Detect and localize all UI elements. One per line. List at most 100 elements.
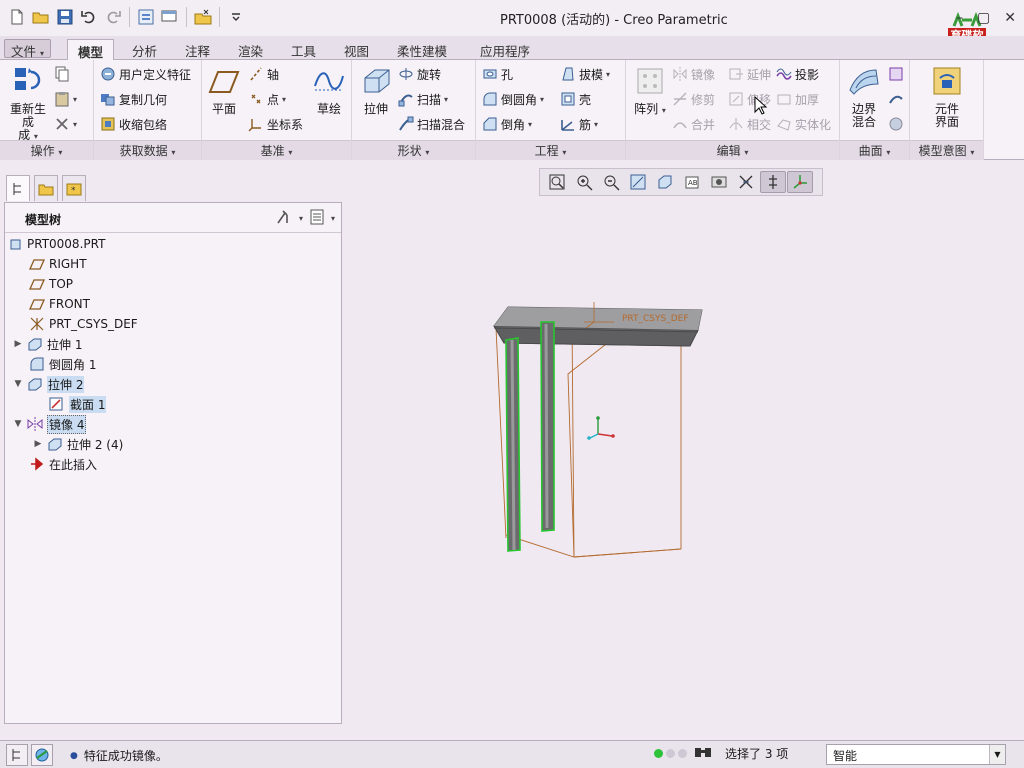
tree-node-extrude-2[interactable]: ▼ 拉伸 2 <box>13 375 85 393</box>
tab-analysis[interactable]: 分析 <box>122 39 167 60</box>
style-icon[interactable] <box>888 114 904 134</box>
round-button[interactable]: 倒圆角 ▾ <box>482 89 544 109</box>
shrinkwrap-button[interactable]: 收缩包络 <box>100 114 167 134</box>
minimize-icon[interactable]: – <box>956 10 963 26</box>
shell-button[interactable]: 壳 <box>560 89 591 109</box>
selection-count[interactable]: 选择了 3 项 <box>725 745 788 762</box>
group-label-editing[interactable]: 编辑 ▾ <box>626 140 839 160</box>
expand-icon[interactable]: ▶ <box>33 439 43 449</box>
tab-annotate[interactable]: 注释 <box>175 39 220 60</box>
boundary-blend-button[interactable]: 边界 混合 <box>844 64 884 129</box>
group-label-get-data[interactable]: 获取数据 ▾ <box>94 140 201 160</box>
tab-tools[interactable]: 工具 <box>281 39 326 60</box>
group-label-surfaces[interactable]: 曲面 ▾ <box>840 140 909 160</box>
axis-icon <box>250 67 262 81</box>
copy-icon[interactable] <box>54 64 70 84</box>
open-icon[interactable] <box>30 6 52 28</box>
windows-icon[interactable] <box>159 6 181 28</box>
tree-node-extrude-1[interactable]: ▶ 拉伸 1 <box>13 335 83 353</box>
group-label-datum[interactable]: 基准 ▾ <box>202 140 351 160</box>
delete-icon[interactable]: ▾ <box>54 114 77 134</box>
rib-button[interactable]: 筋 ▾ <box>560 114 598 134</box>
boundary-blend-big-icon <box>849 69 879 95</box>
component-interface-button[interactable]: 元件 界面 <box>924 64 970 129</box>
udf-button[interactable]: 用户定义特征 <box>100 64 191 84</box>
merge-button[interactable]: 合并 <box>672 114 715 134</box>
browser-toggle-icon[interactable] <box>31 744 53 766</box>
sweep-button[interactable]: 扫描 ▾ <box>398 89 448 109</box>
paste-icon[interactable]: ▾ <box>54 89 77 109</box>
thicken-button[interactable]: 加厚 <box>776 89 819 109</box>
pattern-button[interactable]: 阵列 ▾ <box>632 64 668 117</box>
selection-filter-select[interactable]: 智能 ▼ <box>826 744 1006 765</box>
hole-button[interactable]: 孔 <box>482 64 513 84</box>
sketch-button[interactable]: 草绘 <box>310 64 348 116</box>
regenerate-button[interactable]: 重新生成 成 ▾ <box>6 64 50 143</box>
tab-view[interactable]: 视图 <box>334 39 379 60</box>
axis-button[interactable]: 轴 <box>248 64 279 84</box>
tree-node-csys[interactable]: PRT_CSYS_DEF <box>29 315 138 333</box>
customize-icon[interactable] <box>225 6 247 28</box>
tree-node-part[interactable]: PRT0008.PRT <box>9 235 105 253</box>
tree-node-right[interactable]: RIGHT <box>29 255 87 273</box>
revolve-button[interactable]: 旋转 <box>398 64 441 84</box>
tab-flexible-modeling[interactable]: 柔性建模 <box>387 39 457 60</box>
tree-node-top[interactable]: TOP <box>29 275 73 293</box>
project-icon <box>776 68 792 80</box>
favorites-tab-icon[interactable]: * <box>62 175 86 201</box>
tree-node-insert-here[interactable]: 在此插入 <box>29 455 97 473</box>
tree-node-mirror-4[interactable]: ▼ 镜像 4 <box>13 414 87 434</box>
tab-applications[interactable]: 应用程序 <box>470 39 540 60</box>
find-icon[interactable] <box>693 744 713 763</box>
folder-browser-tab-icon[interactable] <box>34 175 58 201</box>
tree-node-front[interactable]: FRONT <box>29 295 90 313</box>
undo-icon[interactable] <box>78 6 100 28</box>
close-icon[interactable] <box>192 6 214 28</box>
point-button[interactable]: 点 ▾ <box>248 89 286 109</box>
save-icon[interactable] <box>54 6 76 28</box>
regenerate-icon[interactable] <box>135 6 157 28</box>
collapse-icon[interactable]: ▼ <box>13 419 23 429</box>
group-label-operations[interactable]: 操作 ▾ <box>0 140 93 160</box>
svg-text:*: * <box>71 186 76 196</box>
copy-geometry-button[interactable]: 复制几何 <box>100 89 167 109</box>
extrude-button[interactable]: 拉伸 <box>356 64 396 116</box>
extend-button[interactable]: 延伸 <box>728 64 771 84</box>
plane-button[interactable]: 平面 <box>206 64 242 116</box>
group-label-model-intent[interactable]: 模型意图 ▾ <box>910 140 983 160</box>
redo-icon[interactable] <box>102 6 124 28</box>
graphics-area[interactable]: PRT_CSYS_DEF <box>346 160 1024 740</box>
project-button[interactable]: 投影 <box>776 64 819 84</box>
part-icon <box>10 239 21 250</box>
window-close-icon[interactable]: ✕ <box>1004 10 1016 26</box>
intersect-button[interactable]: 相交 <box>728 114 771 134</box>
swept-blend-button[interactable]: 扫描混合 <box>398 114 465 134</box>
group-engineering: 孔 倒圆角 ▾ 倒角 ▾ 拔模 ▾ 壳 筋 ▾ 工程 ▾ <box>476 60 626 160</box>
chamfer-button[interactable]: 倒角 ▾ <box>482 114 532 134</box>
tree-node-round-1[interactable]: 倒圆角 1 <box>29 355 96 373</box>
model-tree-tab-icon[interactable] <box>6 175 30 201</box>
tabletop <box>493 306 703 347</box>
csys-button[interactable]: 坐标系 <box>248 114 303 134</box>
tab-model[interactable]: 模型 <box>67 39 115 61</box>
new-icon[interactable] <box>6 6 28 28</box>
mirror-button[interactable]: 镜像 <box>672 64 715 84</box>
tree-settings-icon[interactable] <box>275 209 293 228</box>
navigator-toggle-icon[interactable] <box>6 744 28 766</box>
expand-icon[interactable]: ▶ <box>13 339 23 349</box>
group-label-shapes[interactable]: 形状 ▾ <box>352 140 475 160</box>
show-menu-icon[interactable] <box>309 209 325 228</box>
group-label-engineering[interactable]: 工程 ▾ <box>476 140 625 160</box>
draft-button[interactable]: 拔模 ▾ <box>560 64 610 84</box>
tab-file[interactable]: 文件 ▾ <box>4 39 52 59</box>
freestyle-icon[interactable] <box>888 89 904 109</box>
fill-icon[interactable] <box>888 64 904 84</box>
tree-node-extrude-2-copy[interactable]: ▶ 拉伸 2 (4) <box>33 435 124 453</box>
tab-render[interactable]: 渲染 <box>228 39 273 60</box>
tree-node-section-1[interactable]: 截面 1 <box>49 395 107 413</box>
solidify-button[interactable]: 实体化 <box>776 114 831 134</box>
trim-button[interactable]: 修剪 <box>672 89 715 109</box>
collapse-icon[interactable]: ▼ <box>13 379 23 389</box>
regen-status-icon <box>654 749 687 758</box>
maximize-icon[interactable]: ▢ <box>977 10 990 26</box>
